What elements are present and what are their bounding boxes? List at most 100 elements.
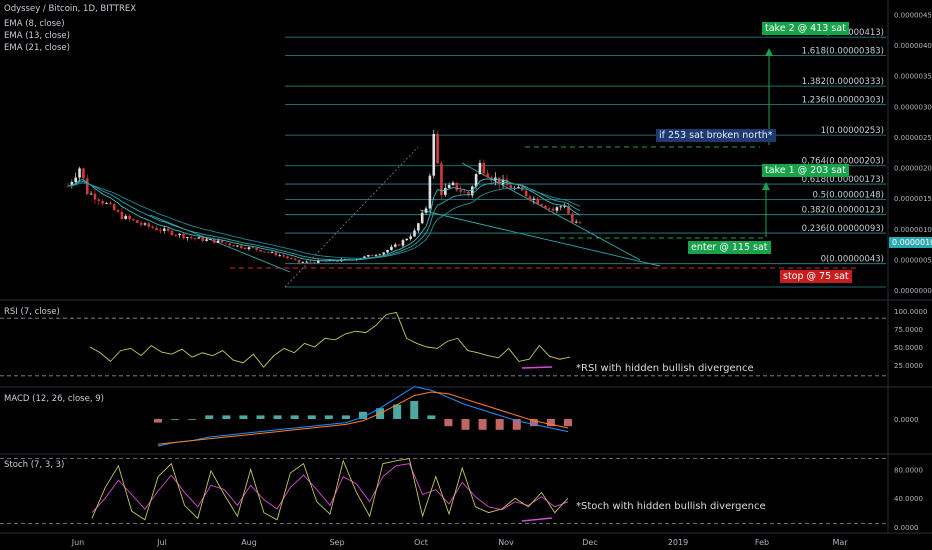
price-tick-label: 0.00000250: [894, 134, 932, 142]
candle-body: [205, 239, 208, 241]
macd-histogram-bar: [273, 415, 282, 419]
macd-histogram-bar: [188, 419, 197, 420]
candle-body: [282, 255, 285, 257]
candle-body: [78, 168, 81, 178]
wedge-upper-line: [461, 162, 641, 261]
candle-body: [559, 206, 563, 208]
ema8-legend[interactable]: EMA (8, close): [4, 19, 65, 30]
candle-body: [444, 187, 447, 195]
candle-body: [159, 230, 162, 231]
fib-anchor-line: [284, 146, 419, 288]
macd-tick-label: 0.0000: [894, 416, 919, 424]
candle-body: [128, 215, 131, 220]
ema-21-line: [67, 182, 581, 259]
candle-body: [263, 251, 266, 253]
time-tick-label: Nov: [498, 538, 514, 547]
breakout-annotation: if 253 sat broken north*: [656, 129, 776, 142]
ema-13-line: [67, 181, 581, 261]
candle-body: [209, 239, 212, 241]
candle-body: [143, 223, 147, 225]
macd-histogram-bar: [410, 401, 419, 419]
candle-body: [232, 245, 235, 247]
macd-histogram-bar: [427, 415, 436, 419]
rsi-tick-label: 25.0000: [894, 362, 923, 370]
stoch-tick-label: 0.0000: [894, 524, 919, 532]
time-tick-label: Feb: [755, 538, 769, 547]
rsi-line: [89, 311, 571, 368]
candle-body: [459, 190, 462, 192]
stoch-pane-label[interactable]: Stoch (7, 3, 3): [4, 460, 64, 470]
candle-body: [270, 252, 274, 253]
take1-annotation: take 1 @ 203 sat: [762, 164, 849, 177]
candle-body: [293, 258, 297, 260]
candle-body: [155, 228, 158, 231]
candle-body: [463, 191, 466, 193]
ema21-legend[interactable]: EMA (21, close): [4, 43, 70, 54]
take2-arrowhead: [765, 48, 773, 56]
macd-histogram-bar: [256, 415, 265, 419]
candle-body: [401, 240, 405, 246]
candle-body: [82, 168, 85, 179]
candle-body: [228, 243, 231, 246]
price-tick-label: 0.00000300: [894, 103, 932, 111]
candle-body: [239, 245, 243, 248]
candle-body: [517, 186, 520, 188]
rsi-tick-label: 50.0000: [894, 344, 923, 352]
time-tick-label: Jun: [71, 538, 85, 547]
candle-body: [540, 204, 543, 206]
stop-annotation: stop @ 75 sat: [780, 270, 852, 283]
enter-annotation: enter @ 115 sat: [688, 241, 771, 254]
rsi-divergence-note: *RSI with hidden bullish divergence: [576, 363, 754, 374]
candle-body: [255, 248, 258, 250]
candle-body: [528, 196, 532, 200]
candle-body: [374, 255, 378, 256]
candle-body: [301, 262, 305, 263]
candle-body: [89, 193, 93, 195]
macd-histogram-bar: [478, 419, 487, 430]
candle-body: [278, 255, 282, 257]
candle-body: [424, 208, 428, 213]
candle-body: [370, 255, 374, 256]
candle-body: [174, 235, 178, 236]
candle-body: [105, 203, 108, 204]
macd-histogram-bar: [290, 415, 299, 419]
stoch-divergence-note: *Stoch with hidden bullish divergence: [576, 501, 766, 512]
candle-body: [532, 198, 536, 200]
candle-body: [74, 177, 77, 183]
macd-histogram-bar: [393, 404, 402, 419]
candle-body: [170, 230, 174, 236]
candle-body: [536, 198, 539, 205]
macd-histogram-bar: [341, 415, 350, 419]
fib-level-label: 0.382(0.00000123): [802, 206, 884, 216]
candle-body: [413, 230, 416, 237]
candle-body: [247, 247, 251, 250]
candle-body: [85, 178, 89, 195]
fib-level-label: 1.236(0.00000303): [802, 95, 884, 105]
time-tick-label: Dec: [582, 538, 597, 547]
macd-pane-label[interactable]: MACD (12, 26, close, 9): [4, 394, 104, 404]
candle-body: [305, 261, 308, 263]
stoch-tick-label: 80.0000: [894, 466, 923, 474]
candle-body: [120, 211, 124, 220]
time-tick-label: Oct: [414, 538, 428, 547]
candle-body: [213, 239, 216, 243]
price-tick-label: 0.00000150: [894, 195, 932, 203]
candle-body: [97, 199, 101, 201]
candle-body: [432, 133, 436, 176]
macd-histogram-bar: [307, 415, 316, 419]
rsi-pane-label[interactable]: RSI (7, close): [4, 307, 60, 317]
candle-body: [189, 237, 193, 239]
macd-histogram-bar: [324, 415, 333, 419]
candle-body: [93, 193, 97, 200]
ema13-legend[interactable]: EMA (13, close): [4, 31, 70, 42]
candle-body: [136, 220, 139, 223]
macd-histogram-bar: [564, 419, 572, 427]
candle-body: [266, 251, 270, 253]
candle-body: [367, 255, 370, 257]
candle-body: [428, 175, 432, 209]
price-tick-label: 0.00000100: [894, 226, 932, 234]
candle-body: [409, 236, 412, 239]
main-pane: 0(0.00000043) 0.236(0.00000093) 0.382(0.00…: [0, 0, 932, 534]
rsi-pane: [0, 311, 888, 377]
candle-body: [571, 213, 574, 223]
